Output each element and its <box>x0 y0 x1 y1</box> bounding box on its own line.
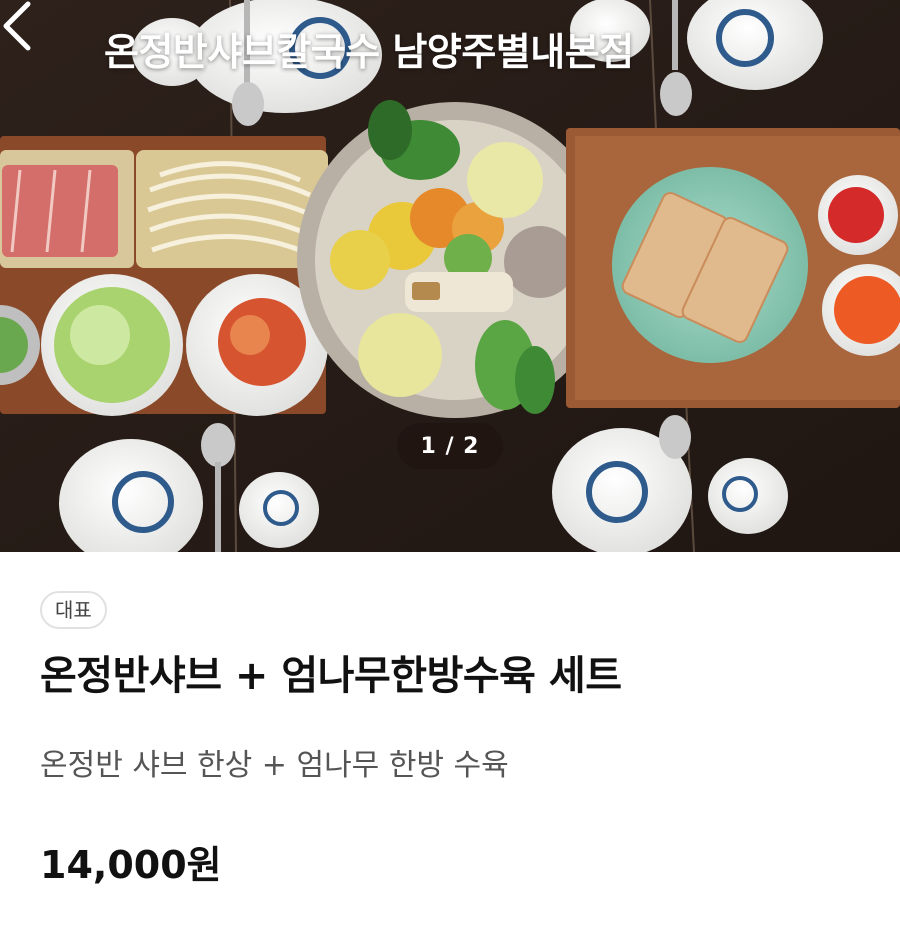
menu-detail: 대표 온정반샤브 + 엄나무한방수육 세트 온정반 샤브 한상 + 엄나무 한방… <box>0 552 900 889</box>
menu-name: 온정반샤브 + 엄나무한방수육 세트 <box>40 653 622 699</box>
top-bar: 온정반샤브칼국수 남양주별내본점 <box>0 0 900 96</box>
menu-description: 온정반 샤브 한상 + 엄나무 한방 수육 <box>40 748 509 783</box>
chevron-left-icon <box>3 1 31 51</box>
photo-gallery[interactable]: 온정반샤브칼국수 남양주별내본점 1 / 2 <box>0 0 900 552</box>
back-button[interactable] <box>3 1 86 78</box>
image-pager: 1 / 2 <box>397 423 503 469</box>
representative-badge: 대표 <box>40 591 107 629</box>
store-title: 온정반샤브칼국수 남양주별내본점 <box>104 29 634 74</box>
menu-price: 14,000원 <box>40 843 222 887</box>
